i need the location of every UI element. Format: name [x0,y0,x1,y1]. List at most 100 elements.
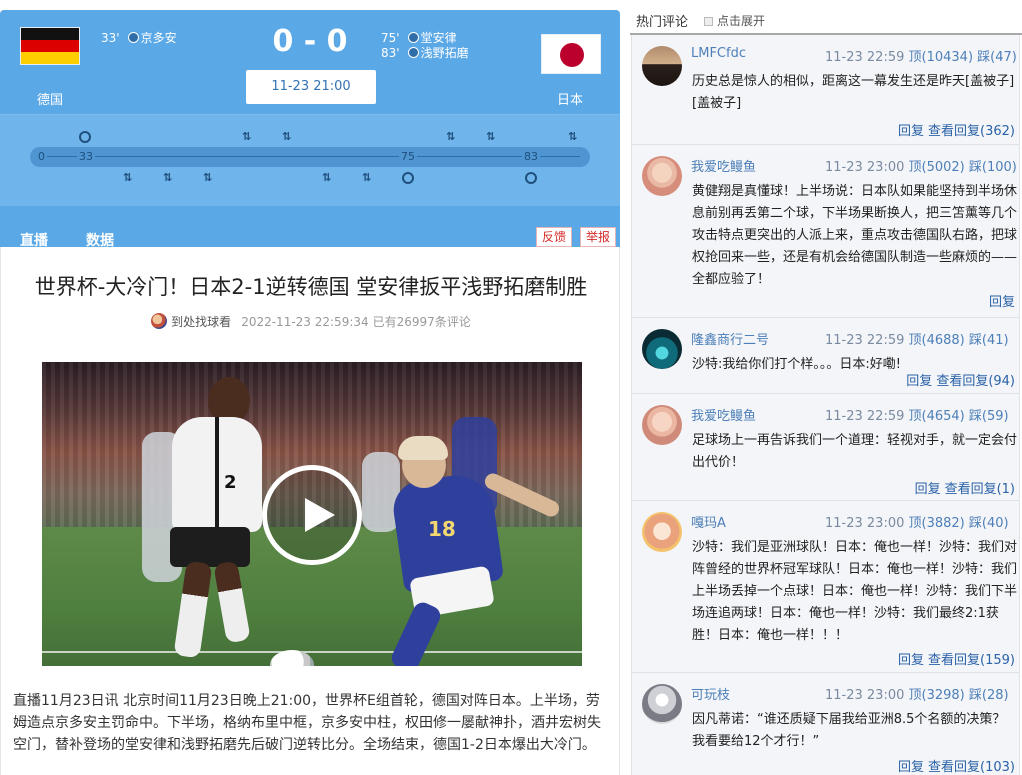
ball-icon [407,32,419,43]
comment-text: 历史总是惊人的相似，距离这一幕发生还是昨天[盖被子][盖被子] [692,74,1015,111]
upvote-button[interactable]: 顶(4654) [909,409,965,424]
goal-scorer: 堂安律 [420,31,457,45]
kickoff-time: 11-23 21:00 [246,70,376,104]
home-team-name: 德国 [37,93,64,108]
view-replies-link[interactable]: 查看回复(1) [945,482,1015,497]
japan-flag-icon [541,34,601,74]
substitution-icon[interactable]: ⇅ [322,171,331,184]
comment-stats: 11-23 23:00 顶(3882) 踩(40) [825,512,1009,531]
goal-minute: 33' [101,31,120,45]
reply-link[interactable]: 回复 [898,653,924,668]
substitution-icon[interactable]: ⇅ [446,130,455,143]
view-replies-link[interactable]: 查看回复(159) [928,653,1015,668]
substitution-icon[interactable]: ⇅ [163,171,172,184]
comment-time: 11-23 23:00 [825,160,905,175]
goal-scorer: 京多安 [140,31,177,45]
reply-link[interactable]: 回复 [898,760,924,775]
avatar[interactable] [642,329,682,369]
comment-time: 11-23 23:00 [825,516,905,531]
home-goal: 33' 京多安 [101,29,177,46]
match-timeline: 0 33 75 83 ⇅ ⇅ ⇅ ⇅ ⇅ ⇅ ⇅ ⇅ ⇅ ⇅ [0,114,620,206]
goal-event-icon[interactable] [525,172,537,184]
player-hair [398,436,448,460]
reply-link[interactable]: 回复 [898,124,924,139]
player-shirt [172,417,262,532]
comment-actions: 回复 [985,291,1015,310]
article-body: 直播11月23日讯 北京时间11月23日晚上21:00，世界杯E组首轮，德国对阵… [13,693,601,753]
article-meta: 到处找球看 2022-11-23 22:59:34 已有26997条评论 [1,313,621,330]
comment-username[interactable]: 隆鑫商行二号 [691,329,769,348]
substitution-icon[interactable]: ⇅ [282,130,291,143]
reply-link[interactable]: 回复 [989,295,1015,310]
timeline-label: 33 [77,150,95,163]
comment-username[interactable]: 我爱吃鳗鱼 [691,156,756,175]
substitution-icon[interactable]: ⇅ [362,171,371,184]
comment-actions: 回复 查看回复(94) [902,370,1015,389]
timeline-bar: 0 33 75 83 [30,147,590,167]
avatar[interactable] [642,405,682,445]
away-goal: 83' 浅野拓磨 [381,44,469,61]
upvote-button[interactable]: 顶(10434) [909,50,974,65]
comment-time: 11-23 23:00 [825,688,905,703]
comment-actions: 回复 查看回复(362) [894,120,1015,139]
author-avatar [151,313,168,329]
shirt-number-graphic: 18 [428,517,456,541]
upvote-button[interactable]: 顶(4688) [909,333,965,348]
ball-icon [127,32,139,43]
comment-actions: 回复 查看回复(103) [894,756,1015,775]
downvote-button[interactable]: 踩(59) [969,409,1009,424]
avatar[interactable] [642,156,682,196]
downvote-button[interactable]: 踩(41) [969,333,1009,348]
goal-event-icon[interactable] [79,131,91,143]
substitution-icon[interactable]: ⇅ [486,130,495,143]
downvote-button[interactable]: 踩(47) [977,50,1017,65]
upvote-button[interactable]: 顶(3882) [909,516,965,531]
article: 世界杯-大冷门！日本2-1逆转德国 堂安律扳平浅野拓磨制胜 到处找球看 2022-… [0,247,620,775]
match-score: 0 - 0 [272,24,348,59]
goal-event-icon[interactable] [402,172,414,184]
expand-label: 点击展开 [717,14,766,28]
hot-comments-title: 热门评论 [636,15,689,30]
downvote-button[interactable]: 踩(40) [969,516,1009,531]
comment-item: 嘎玛A 11-23 23:00 顶(3882) 踩(40) 沙特：我们是亚洲球队… [632,501,1019,673]
reply-link[interactable]: 回复 [915,482,941,497]
avatar[interactable] [642,684,682,724]
substitution-icon[interactable]: ⇅ [242,130,251,143]
downvote-button[interactable]: 踩(28) [969,688,1009,703]
timeline-label: 83 [522,150,540,163]
substitution-icon[interactable]: ⇅ [568,130,577,143]
comment-text: 因凡蒂诺：“谁还质疑下届我给亚洲8.5个名额的决策？我看要给12个才行！” [692,712,1006,749]
report-button[interactable]: 举报 [580,227,617,247]
view-replies-link[interactable]: 查看回复(94) [936,374,1015,389]
comment-text: 足球场上一再告诉我们一个道理：轻视对手，就一定会付出代价！ [692,433,1018,470]
expand-toggle[interactable]: 点击展开 [704,12,765,29]
hot-comments-header: 热门评论 点击展开 [630,0,1022,35]
comment-item: 隆鑫商行二号 11-23 22:59 顶(4688) 踩(41) 沙特:我给你们… [632,318,1019,394]
comment-username[interactable]: LMFCfdc [691,46,746,61]
expand-icon [704,17,713,26]
comment-stats: 11-23 23:00 顶(5002) 踩(100) [825,156,1017,175]
player-shorts [170,527,250,567]
comment-count[interactable]: 已有26997条评论 [373,315,471,329]
view-replies-link[interactable]: 查看回复(103) [928,760,1015,775]
avatar[interactable] [642,512,682,552]
view-replies-link[interactable]: 查看回复(362) [928,124,1015,139]
comment-username[interactable]: 可玩枝 [691,684,730,703]
upvote-button[interactable]: 顶(3298) [909,688,965,703]
downvote-button[interactable]: 踩(100) [969,160,1017,175]
substitution-icon[interactable]: ⇅ [203,171,212,184]
comment-item: 我爱吃鳗鱼 11-23 22:59 顶(4654) 踩(59) 足球场上一再告诉… [632,394,1019,501]
comment-stats: 11-23 22:59 顶(4654) 踩(59) [825,405,1009,424]
substitution-icon[interactable]: ⇅ [123,171,132,184]
comment-username[interactable]: 嘎玛A [691,512,726,531]
video-player[interactable]: 2 18 [42,362,582,666]
upvote-button[interactable]: 顶(5002) [909,160,965,175]
play-icon[interactable] [262,465,362,565]
comment-username[interactable]: 我爱吃鳗鱼 [691,405,756,424]
comment-time: 11-23 22:59 [825,409,905,424]
article-author[interactable]: 到处找球看 [171,315,231,329]
avatar[interactable] [642,46,682,86]
reply-link[interactable]: 回复 [906,374,932,389]
away-team-name: 日本 [557,93,584,108]
feedback-button[interactable]: 反馈 [536,227,573,247]
